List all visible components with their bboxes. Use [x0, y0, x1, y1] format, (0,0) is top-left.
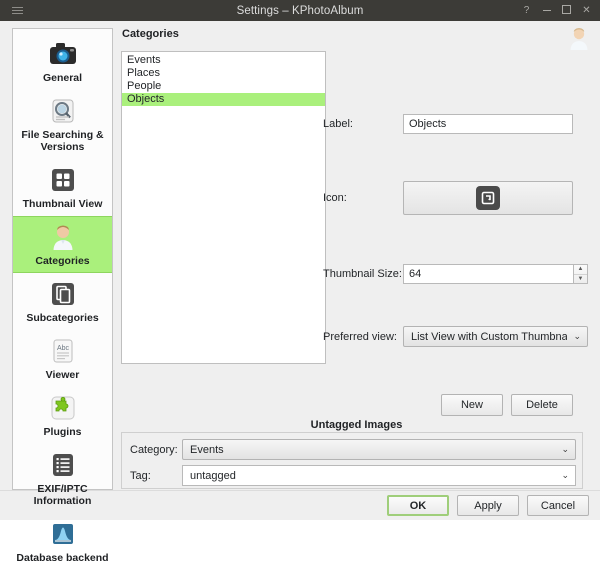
icon-picker-button[interactable] [403, 181, 573, 215]
list-actions: New Delete [441, 394, 573, 416]
untagged-category-row: Category: Events ⌄ [130, 439, 576, 460]
apply-button[interactable]: Apply [457, 495, 519, 516]
dialog-content: General File Searching & Versions [0, 21, 600, 490]
cancel-button[interactable]: Cancel [527, 495, 589, 516]
icon-row: Icon: [323, 181, 573, 215]
sidebar-item-database-backend[interactable]: Database backend [13, 513, 112, 570]
preferred-view-label: Preferred view: [323, 331, 403, 343]
person-icon [15, 220, 110, 254]
sidebar-item-label: Plugins [15, 426, 110, 438]
window-title: Settings – KPhotoAlbum [0, 5, 600, 17]
sidebar-item-label: Thumbnail View [15, 198, 110, 210]
sidebar-item-plugins[interactable]: Plugins [13, 387, 112, 444]
preferred-view-select[interactable]: List View with Custom Thumbnails ⌄ [403, 326, 588, 347]
ok-button[interactable]: OK [387, 495, 449, 516]
categories-page: Categories Events Places People Objects … [113, 21, 600, 490]
untagged-category-select[interactable]: Events ⌄ [182, 439, 576, 460]
label-input[interactable]: Objects [403, 114, 573, 134]
close-icon[interactable]: ✕ [581, 6, 592, 16]
preferred-view-value: List View with Custom Thumbnails [411, 331, 567, 343]
delete-button[interactable]: Delete [511, 394, 573, 416]
stepper-up-icon[interactable]: ▲ [574, 265, 587, 275]
category-icon-picker-icon [476, 186, 500, 210]
list-item[interactable]: People [122, 80, 325, 93]
sidebar-item-viewer[interactable]: Abc Viewer [13, 330, 112, 387]
magnifier-document-icon [15, 94, 110, 128]
title-bar: Settings – KPhotoAlbum ? ✕ [0, 0, 600, 21]
stepper-down-icon[interactable]: ▼ [574, 275, 587, 284]
hamburger-menu-icon[interactable] [0, 7, 28, 14]
thumbnail-size-input[interactable]: 64 [403, 264, 573, 284]
list-item-selected[interactable]: Objects [122, 93, 325, 106]
sidebar-item-general[interactable]: General [13, 33, 112, 90]
icon-field-label: Icon: [323, 192, 403, 204]
chart-curve-icon [15, 517, 110, 551]
untagged-category-value: Events [190, 444, 555, 456]
puzzle-piece-icon [15, 391, 110, 425]
sidebar-item-label: Viewer [15, 369, 110, 381]
camera-icon [15, 37, 110, 71]
label-row: Label: Objects [323, 114, 573, 134]
untagged-tag-label: Tag: [130, 470, 182, 482]
thumbnail-size-label: Thumbnail Size: [323, 268, 403, 280]
untagged-category-label: Category: [130, 444, 182, 456]
chevron-down-icon: ⌄ [573, 332, 581, 341]
sidebar-item-label: Database backend [15, 552, 110, 564]
untagged-images-title: Untagged Images [121, 419, 592, 431]
sidebar-item-label: Categories [15, 255, 110, 267]
grid-icon [15, 163, 110, 197]
sidebar-item-label: Subcategories [15, 312, 110, 324]
sidebar-item-label: File Searching & Versions [15, 129, 110, 153]
maximize-icon[interactable] [561, 5, 572, 17]
new-button[interactable]: New [441, 394, 503, 416]
sidebar-item-exif-iptc-information[interactable]: EXIF/IPTC Information [13, 444, 112, 513]
sidebar-item-subcategories[interactable]: Subcategories [13, 273, 112, 330]
untagged-tag-row: Tag: untagged ⌄ [130, 465, 576, 486]
settings-sidebar[interactable]: General File Searching & Versions [12, 28, 113, 490]
thumbnail-size-row: Thumbnail Size: 64 ▲ ▼ [323, 264, 588, 284]
stepper-buttons[interactable]: ▲ ▼ [573, 264, 588, 284]
category-list[interactable]: Events Places People Objects [121, 51, 326, 364]
window-controls: ? ✕ [521, 5, 600, 17]
copy-pages-icon [15, 277, 110, 311]
sidebar-item-file-searching-versions[interactable]: File Searching & Versions [13, 90, 112, 159]
list-document-icon [15, 448, 110, 482]
chevron-down-icon[interactable]: ⌄ [561, 471, 569, 480]
preferred-view-row: Preferred view: List View with Custom Th… [323, 326, 588, 347]
svg-text:Abc: Abc [56, 345, 69, 352]
thumbnail-size-stepper[interactable]: 64 ▲ ▼ [403, 264, 588, 284]
settings-window: Settings – KPhotoAlbum ? ✕ [0, 0, 600, 504]
untagged-tag-value[interactable]: untagged [190, 470, 555, 482]
sidebar-item-label: EXIF/IPTC Information [15, 483, 110, 507]
list-item[interactable]: Places [122, 67, 325, 80]
sidebar-item-thumbnail-view[interactable]: Thumbnail View [13, 159, 112, 216]
sidebar-item-categories[interactable]: Categories [13, 216, 112, 273]
label-field-label: Label: [323, 118, 403, 130]
untagged-images-group: Category: Events ⌄ Tag: untagged ⌄ [121, 432, 583, 489]
page-title: Categories [122, 28, 179, 40]
list-item[interactable]: Events [122, 54, 325, 67]
chevron-down-icon: ⌄ [561, 445, 569, 454]
user-avatar-icon [566, 25, 592, 51]
help-icon[interactable]: ? [521, 6, 532, 16]
untagged-tag-combo[interactable]: untagged ⌄ [182, 465, 576, 486]
minimize-icon[interactable] [541, 6, 552, 16]
sidebar-item-label: General [15, 72, 110, 84]
abc-document-icon: Abc [15, 334, 110, 368]
